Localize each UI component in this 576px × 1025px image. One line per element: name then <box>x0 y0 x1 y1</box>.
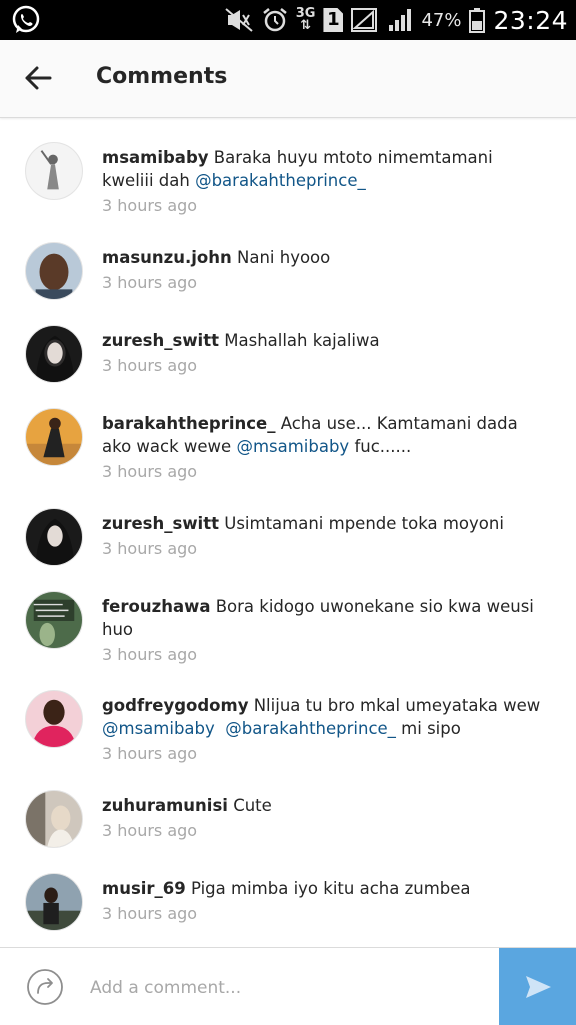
battery-percent: 47% <box>421 9 462 31</box>
comment-text: Usimtamani mpende toka moyoni <box>224 514 504 533</box>
comment-body: zuresh_switt Mashallah kajaliwa 3 hours … <box>102 329 542 377</box>
top-app-bar: Comments <box>0 40 576 118</box>
comment-body: msamibaby Baraka huyu mtoto nimemtamani … <box>102 146 542 217</box>
comment-text-tail: mi sipo <box>395 719 461 738</box>
comment-timestamp: 3 hours ago <box>102 539 198 558</box>
avatar[interactable] <box>25 591 83 649</box>
comment-body: godfreygodomy Nlijua tu bro mkal umeyata… <box>102 694 542 765</box>
avatar[interactable] <box>25 690 83 748</box>
comment-timestamp: 3 hours ago <box>102 821 198 840</box>
whatsapp-icon <box>12 5 40 33</box>
comment-timestamp: 3 hours ago <box>102 273 198 292</box>
comment-body: masunzu.john Nani hyooo 3 hours ago <box>102 246 542 294</box>
comment-username[interactable]: godfreygodomy <box>102 696 248 715</box>
avatar[interactable] <box>25 508 83 566</box>
comment-username[interactable]: zuhuramunisi <box>102 796 228 815</box>
send-icon <box>525 975 551 998</box>
comment-body: ferouzhawa Bora kidogo uwonekane sio kwa… <box>102 595 542 666</box>
comment-username[interactable]: zuresh_switt <box>102 514 219 533</box>
avatar[interactable] <box>25 242 83 300</box>
page-title: Comments <box>96 64 228 89</box>
comment-username[interactable]: masunzu.john <box>102 248 232 267</box>
comment-timestamp: 3 hours ago <box>102 196 198 215</box>
alarm-icon <box>262 8 287 32</box>
avatar[interactable] <box>25 873 83 931</box>
comment-composer <box>0 947 576 1025</box>
comment-text: Piga mimba iyo kitu acha zumbea <box>191 879 471 898</box>
avatar[interactable] <box>25 790 83 848</box>
reply-arrow-icon[interactable] <box>26 968 64 1006</box>
comment-text: Mashallah kajaliwa <box>224 331 380 350</box>
battery-icon <box>469 8 486 33</box>
comment-text: Nlijua tu bro mkal umeyataka wew <box>253 696 541 715</box>
signal-strength-icon <box>389 9 412 31</box>
comment-timestamp: 3 hours ago <box>102 645 198 664</box>
comment-mention[interactable]: @msamibaby <box>236 437 349 456</box>
comment-mention[interactable]: @barakahtheprince_ <box>225 719 396 738</box>
mute-icon <box>225 8 253 32</box>
sim-indicator: 1 <box>323 8 344 32</box>
comment-timestamp: 3 hours ago <box>102 744 198 763</box>
comment-mention[interactable]: @msamibaby <box>102 719 215 738</box>
arrow-left-icon[interactable] <box>20 60 56 96</box>
comment-text-tail: fuc...... <box>349 437 412 456</box>
comment-username[interactable]: musir_69 <box>102 879 186 898</box>
comment-username[interactable]: zuresh_switt <box>102 331 219 350</box>
comment-input[interactable] <box>88 970 482 1006</box>
network-type-indicator: 3G ⇅ <box>295 6 316 33</box>
signal-icon <box>351 8 378 32</box>
comment-timestamp: 3 hours ago <box>102 462 198 481</box>
comment-mention[interactable]: @barakahtheprince_ <box>195 171 366 190</box>
comment-body: musir_69 Piga mimba iyo kitu acha zumbea… <box>102 877 542 925</box>
comment-text: Cute <box>233 796 272 815</box>
comment-timestamp: 3 hours ago <box>102 904 198 923</box>
comment-username[interactable]: barakahtheprince_ <box>102 414 275 433</box>
comment-body: barakahtheprince_ Acha use... Kamtamani … <box>102 412 542 483</box>
avatar[interactable] <box>25 408 83 466</box>
avatar[interactable] <box>25 142 83 200</box>
comment-body: zuresh_switt Usimtamani mpende toka moyo… <box>102 512 542 560</box>
comment-text: Nani hyooo <box>237 248 331 267</box>
comment-username[interactable]: msamibaby <box>102 148 209 167</box>
comments-list[interactable]: msamibaby Baraka huyu mtoto nimemtamani … <box>0 118 576 946</box>
comment-body: zuhuramunisi Cute 3 hours ago <box>102 794 542 842</box>
send-button[interactable] <box>499 948 576 1025</box>
status-bar: 3G ⇅ 1 47% 23:24 <box>0 0 576 40</box>
comment-username[interactable]: ferouzhawa <box>102 597 210 616</box>
comment-timestamp: 3 hours ago <box>102 356 198 375</box>
avatar[interactable] <box>25 325 83 383</box>
clock: 23:24 <box>493 5 568 35</box>
